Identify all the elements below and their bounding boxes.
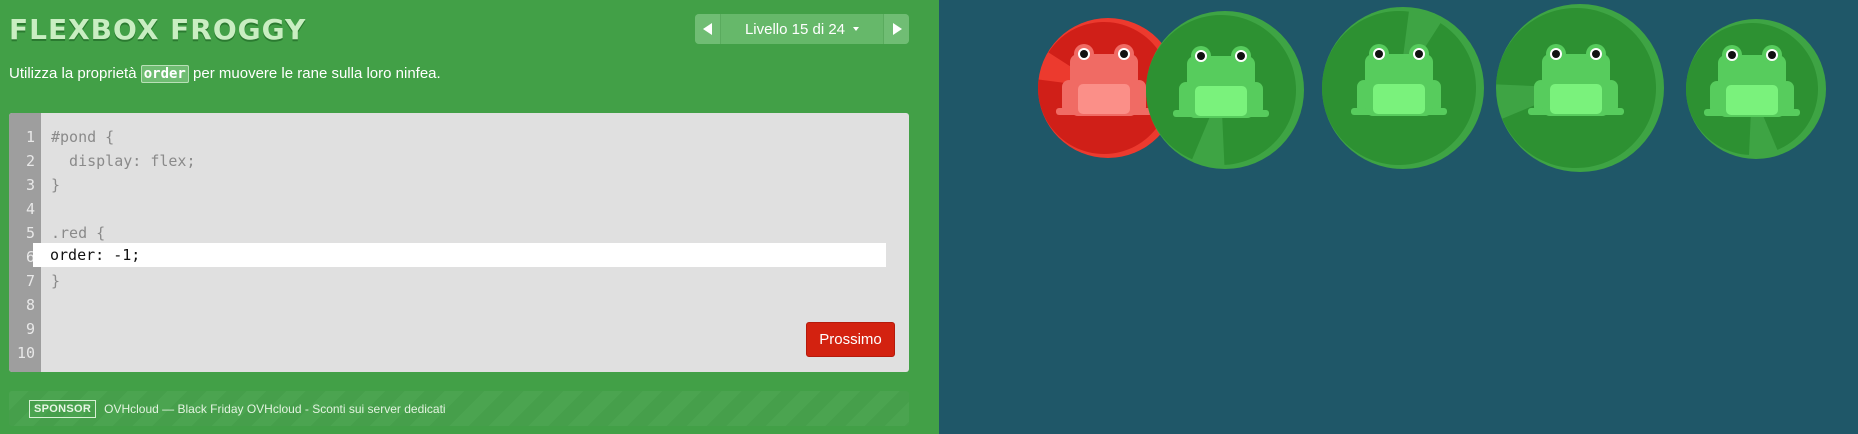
line-number: 3 — [25, 176, 35, 194]
line-number: 5 — [25, 224, 35, 242]
level-label: Livello 15 di 24 — [744, 20, 846, 38]
next-button[interactable]: Prossimo — [806, 322, 895, 357]
level-navigation: Livello 15 di 24 — [695, 14, 909, 44]
line-number: 2 — [25, 152, 35, 170]
line-number: 4 — [25, 200, 35, 218]
instructions-after: per muovere le rane sulla loro ninfea. — [188, 65, 441, 82]
code-editor: 1 2 3 4 5 6 7 8 9 10 #pond { display: fl… — [9, 113, 909, 372]
instructions-before: Utilizza la proprietà — [9, 65, 141, 82]
pond-view — [939, 0, 1858, 434]
sidebar: FLEXBOX FROGGY Livello 15 di 24 Utilizza… — [0, 0, 939, 434]
line-number: 7 — [25, 272, 35, 290]
code-line: .red { — [51, 224, 106, 242]
sponsor-badge: SPONSOR — [29, 399, 97, 418]
instructions: Utilizza la proprietà order per muovere … — [9, 64, 441, 84]
code-line: } — [51, 272, 61, 290]
sponsor-link[interactable]: OVHcloud — Black Friday OVHcloud - Scont… — [104, 402, 445, 416]
line-number: 10 — [16, 344, 35, 362]
level-indicator[interactable]: Livello 15 di 24 — [721, 14, 883, 44]
code-line: } — [51, 176, 61, 194]
line-number: 8 — [25, 296, 35, 314]
line-number: 9 — [25, 320, 35, 338]
triangle-right-icon — [892, 23, 902, 35]
sponsor-bar: SPONSOR OVHcloud — Black Friday OVHcloud… — [9, 391, 909, 426]
prev-level-button[interactable] — [695, 14, 721, 44]
triangle-left-icon — [702, 23, 712, 35]
next-level-button[interactable] — [883, 14, 909, 44]
app-logo: FLEXBOX FROGGY — [9, 13, 307, 46]
line-number: 6 — [25, 248, 35, 266]
code-line: display: flex; — [51, 152, 196, 170]
caret-down-icon — [853, 27, 860, 31]
instructions-code: order — [140, 65, 189, 83]
css-answer-input[interactable] — [33, 243, 886, 267]
pond — [1038, 4, 1826, 172]
code-line: #pond { — [51, 128, 115, 146]
line-number: 1 — [25, 128, 35, 146]
